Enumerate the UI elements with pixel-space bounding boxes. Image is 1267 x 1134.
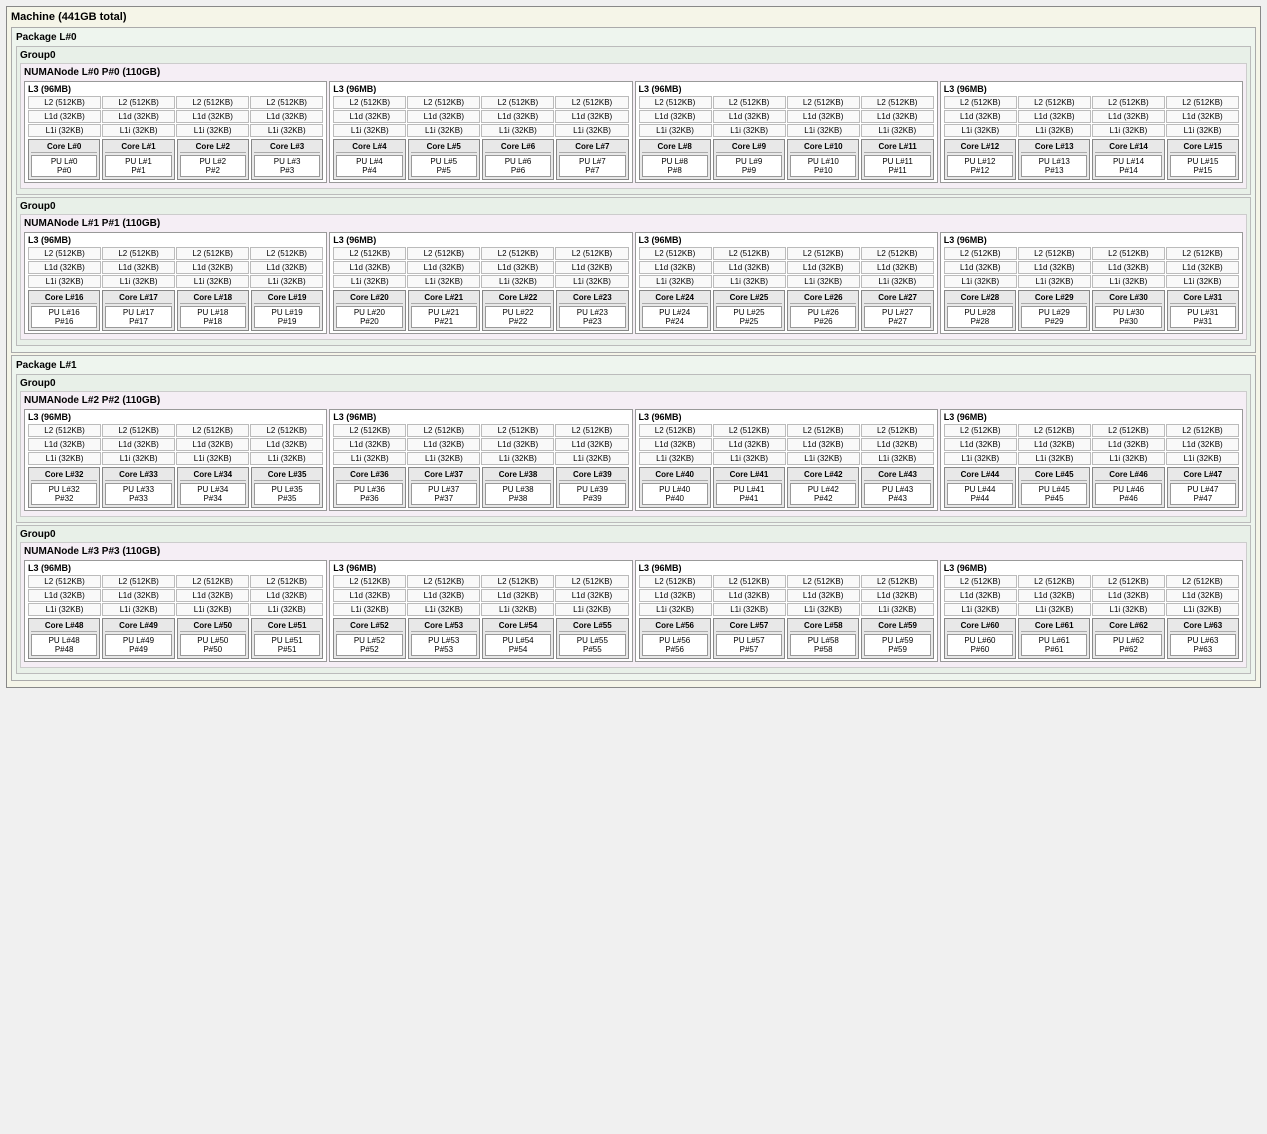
core-13: Core L#13 PU L#13P#13 xyxy=(1018,139,1090,180)
numa-2-title: NUMANode L#2 P#2 (110GB) xyxy=(24,395,1243,406)
core-14: Core L#14 PU L#14P#14 xyxy=(1092,139,1164,180)
core-1: Core L#1 PU L#1P#1 xyxy=(102,139,174,180)
core-0: Core L#0 PU L#0P#0 xyxy=(28,139,100,180)
numa-3-title: NUMANode L#3 P#3 (110GB) xyxy=(24,546,1243,557)
l1d-row: L1d (32KB) L1d (32KB) L1d (32KB) L1d (32… xyxy=(28,110,323,123)
package-0: Package L#0 Group0 NUMANode L#0 P#0 (110… xyxy=(11,27,1256,353)
core-4: Core L#4 PU L#4P#4 xyxy=(333,139,405,180)
core-row: Core L#0 PU L#0P#0 Core L#1 PU L#1P#1 Co… xyxy=(28,139,323,180)
package-0-title: Package L#0 xyxy=(16,32,1251,43)
numa-3: NUMANode L#3 P#3 (110GB) L3 (96MB) L2 (5… xyxy=(20,542,1247,668)
group-0-1: Group0 NUMANode L#1 P#1 (110GB) L3 (96MB… xyxy=(16,197,1251,346)
core-7: Core L#7 PU L#7P#7 xyxy=(556,139,628,180)
core-3: Core L#3 PU L#3P#3 xyxy=(251,139,323,180)
l3-0-0: L3 (96MB) L2 (512KB) L2 (512KB) L2 (512K… xyxy=(24,81,327,183)
package-1-title: Package L#1 xyxy=(16,360,1251,371)
machine-box: Machine (441GB total) Package L#0 Group0… xyxy=(6,6,1261,688)
numa-2: NUMANode L#2 P#2 (110GB) L3 (96MB) L2 (5… xyxy=(20,391,1247,517)
core-12: Core L#12 PU L#12P#12 xyxy=(944,139,1016,180)
numa-0: NUMANode L#0 P#0 (110GB) L3 (96MB) L2 (5… xyxy=(20,63,1247,189)
l3-row-0: L3 (96MB) L2 (512KB) L2 (512KB) L2 (512K… xyxy=(24,81,1243,183)
package-1: Package L#1 Group0 NUMANode L#2 P#2 (110… xyxy=(11,355,1256,681)
group-0-0: Group0 NUMANode L#0 P#0 (110GB) L3 (96MB… xyxy=(16,46,1251,195)
core-6: Core L#6 PU L#6P#6 xyxy=(482,139,554,180)
core-5: Core L#5 PU L#5P#5 xyxy=(408,139,480,180)
group-1-0-title: Group0 xyxy=(20,378,1247,389)
group-0-0-title: Group0 xyxy=(20,50,1247,61)
numa-1: NUMANode L#1 P#1 (110GB) L3 (96MB) L2 (5… xyxy=(20,214,1247,340)
l3-0-3: L3 (96MB) L2 (512KB) L2 (512KB) L2 (512K… xyxy=(940,81,1243,183)
group-1-1: Group0 NUMANode L#3 P#3 (110GB) L3 (96MB… xyxy=(16,525,1251,674)
group-1-1-title: Group0 xyxy=(20,529,1247,540)
numa-0-title: NUMANode L#0 P#0 (110GB) xyxy=(24,67,1243,78)
l1i-row: L1i (32KB) L1i (32KB) L1i (32KB) L1i (32… xyxy=(28,124,323,137)
l3-row-1: L3 (96MB) L2 (512KB)L2 (512KB)L2 (512KB)… xyxy=(24,232,1243,334)
l3-0-2: L3 (96MB) L2 (512KB) L2 (512KB) L2 (512K… xyxy=(635,81,938,183)
l3-0-1: L3 (96MB) L2 (512KB) L2 (512KB) L2 (512K… xyxy=(329,81,632,183)
core-11: Core L#11 PU L#11P#11 xyxy=(861,139,933,180)
core-2: Core L#2 PU L#2P#2 xyxy=(177,139,249,180)
l2-row: L2 (512KB) L2 (512KB) L2 (512KB) L2 (512… xyxy=(28,96,323,109)
core-15: Core L#15 PU L#15P#15 xyxy=(1167,139,1239,180)
core-9: Core L#9 PU L#9P#9 xyxy=(713,139,785,180)
core-10: Core L#10 PU L#10P#10 xyxy=(787,139,859,180)
numa-1-title: NUMANode L#1 P#1 (110GB) xyxy=(24,218,1243,229)
machine-title: Machine (441GB total) xyxy=(11,11,1256,23)
core-8: Core L#8 PU L#8P#8 xyxy=(639,139,711,180)
group-0-1-title: Group0 xyxy=(20,201,1247,212)
group-1-0: Group0 NUMANode L#2 P#2 (110GB) L3 (96MB… xyxy=(16,374,1251,523)
